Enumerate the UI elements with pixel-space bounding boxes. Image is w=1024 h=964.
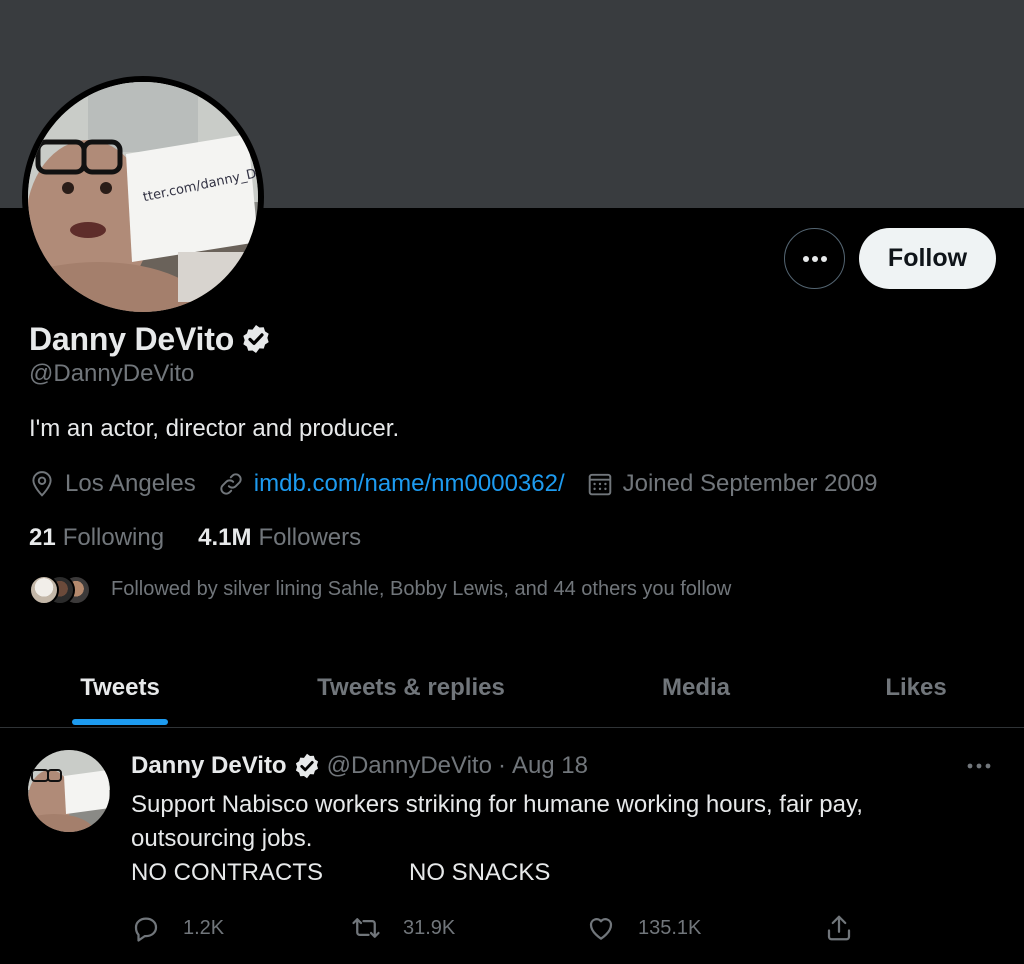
joined-date: Joined September 2009 [587,470,878,498]
share-icon [827,915,851,941]
like-icon [589,918,613,940]
profile-avatar[interactable]: tter.com/danny_D [22,76,264,318]
location-text: Los Angeles [65,470,196,497]
tweet-text-line: Support Nabisco workers striking for hum… [131,791,863,818]
tweet-date[interactable]: Aug 18 [512,752,588,780]
tweet-text-segment: NO SNACKS [409,859,551,886]
following-stat[interactable]: 21 Following [29,524,164,552]
tweet-author-name[interactable]: Danny DeVito [131,752,287,780]
tweet-avatar[interactable] [28,750,110,832]
reply-icon [134,917,158,942]
reply-button[interactable]: 1.2K [131,910,224,946]
tweet-text-line: NO CONTRACTS NO SNACKS [131,856,971,890]
tweet[interactable]: Danny DeVito @DannyDeVito · Aug 18 Suppo… [0,728,1024,964]
joined-text: Joined September 2009 [622,470,878,497]
followed-by-avatars [29,573,93,605]
location: Los Angeles [29,470,196,498]
retweet-count: 31.9K [403,916,456,939]
mini-avatar [29,575,59,605]
profile-meta: Los Angeles imdb.com/name/nm0000362/ Joi… [29,466,899,502]
tweet-more-button[interactable] [962,754,996,778]
followers-count: 4.1M [198,524,252,551]
verified-icon[interactable] [240,323,272,355]
tweet-separator: · [497,752,506,779]
follow-button[interactable]: Follow [859,228,996,289]
tab-likes[interactable]: Likes [850,648,982,728]
verified-icon [295,753,318,779]
display-name: Danny DeVito [29,320,235,357]
profile-stats: 21 Following 4.1M Followers [29,521,395,555]
followed-by-text: Followed by silver lining Sahle, Bobby L… [111,577,732,600]
share-button[interactable] [824,910,876,946]
avatar-photo: tter.com/danny_D [28,82,258,312]
profile-tabs: Tweets Tweets & replies Media Likes [0,648,1024,728]
retweet-button[interactable]: 31.9K [351,910,455,946]
followed-by[interactable]: Followed by silver lining Sahle, Bobby L… [29,573,731,605]
profile-handle: @DannyDeVito [29,360,195,387]
reply-count: 1.2K [183,916,225,939]
tweet-text: Support Nabisco workers striking for hum… [131,788,971,890]
followers-label: Followers [258,524,362,551]
followers-stat[interactable]: 4.1M Followers [198,524,361,552]
calendar-icon [588,473,611,496]
more-options-button[interactable] [784,228,845,289]
like-count: 135.1K [638,916,702,939]
tweet-author-handle[interactable]: @DannyDeVito [327,752,492,780]
tab-tweets[interactable]: Tweets [40,648,200,728]
tweet-actions: 1.2K 31.9K 135.1K [131,910,871,946]
profile-bio: I'm an actor, director and producer. [29,415,400,442]
profile-name-row: Danny DeVito [29,318,272,360]
website-link[interactable]: imdb.com/name/nm0000362/ [254,470,565,498]
following-count: 21 [29,524,56,551]
link-icon [220,473,242,495]
retweet-icon [352,918,380,938]
tab-tweets-replies[interactable]: Tweets & replies [290,648,532,728]
location-icon [32,471,52,497]
following-label: Following [62,524,165,551]
tweet-text-segment: NO CONTRACTS [131,859,323,886]
website[interactable]: imdb.com/name/nm0000362/ [218,470,565,498]
active-tab-indicator [72,719,168,725]
like-button[interactable]: 135.1K [586,910,701,946]
more-icon [967,763,991,769]
tweet-text-line: outsourcing jobs. [131,825,313,852]
tweet-header: Danny DeVito @DannyDeVito · Aug 18 [131,748,588,784]
tab-media[interactable]: Media [626,648,766,728]
more-icon [802,255,827,262]
